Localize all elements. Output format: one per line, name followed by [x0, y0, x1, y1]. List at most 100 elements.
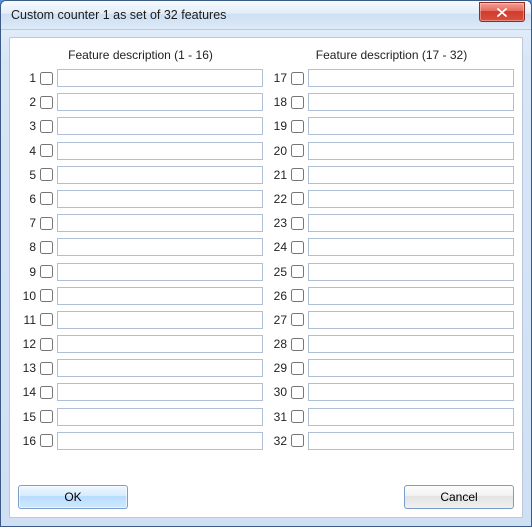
- left-column: Feature description (1 - 16) 12345678910…: [18, 48, 263, 455]
- feature-number: 8: [18, 240, 36, 254]
- feature-description-input[interactable]: [57, 311, 263, 329]
- feature-description-input[interactable]: [57, 190, 263, 208]
- feature-checkbox[interactable]: [40, 72, 53, 85]
- feature-description-input[interactable]: [308, 383, 514, 401]
- feature-description-input[interactable]: [57, 93, 263, 111]
- feature-checkbox[interactable]: [40, 217, 53, 230]
- feature-number: 26: [269, 289, 287, 303]
- close-button[interactable]: [479, 2, 525, 22]
- feature-row: 27: [269, 310, 514, 330]
- feature-checkbox[interactable]: [291, 217, 304, 230]
- feature-description-input[interactable]: [57, 166, 263, 184]
- feature-description-input[interactable]: [57, 335, 263, 353]
- feature-checkbox[interactable]: [40, 313, 53, 326]
- feature-description-input[interactable]: [308, 190, 514, 208]
- feature-description-input[interactable]: [308, 408, 514, 426]
- feature-row: 6: [18, 189, 263, 209]
- feature-checkbox[interactable]: [291, 313, 304, 326]
- feature-checkbox[interactable]: [40, 265, 53, 278]
- feature-row: 20: [269, 141, 514, 161]
- feature-description-input[interactable]: [308, 287, 514, 305]
- cancel-button[interactable]: Cancel: [404, 485, 514, 509]
- feature-description-input[interactable]: [308, 93, 514, 111]
- feature-checkbox[interactable]: [40, 289, 53, 302]
- feature-checkbox[interactable]: [291, 289, 304, 302]
- feature-description-input[interactable]: [308, 117, 514, 135]
- window-title: Custom counter 1 as set of 32 features: [11, 8, 479, 22]
- feature-description-input[interactable]: [308, 238, 514, 256]
- feature-columns: Feature description (1 - 16) 12345678910…: [10, 38, 522, 459]
- feature-row: 2: [18, 92, 263, 112]
- feature-description-input[interactable]: [57, 69, 263, 87]
- feature-description-input[interactable]: [308, 263, 514, 281]
- feature-checkbox[interactable]: [291, 434, 304, 447]
- feature-number: 29: [269, 361, 287, 375]
- feature-description-input[interactable]: [57, 359, 263, 377]
- feature-description-input[interactable]: [57, 117, 263, 135]
- feature-number: 25: [269, 265, 287, 279]
- feature-description-input[interactable]: [308, 166, 514, 184]
- feature-description-input[interactable]: [308, 142, 514, 160]
- feature-number: 7: [18, 216, 36, 230]
- feature-description-input[interactable]: [57, 287, 263, 305]
- feature-checkbox[interactable]: [40, 241, 53, 254]
- feature-checkbox[interactable]: [40, 386, 53, 399]
- feature-number: 28: [269, 337, 287, 351]
- feature-number: 3: [18, 119, 36, 133]
- feature-checkbox[interactable]: [40, 120, 53, 133]
- feature-description-input[interactable]: [308, 214, 514, 232]
- feature-row: 31: [269, 407, 514, 427]
- feature-checkbox[interactable]: [291, 168, 304, 181]
- feature-checkbox[interactable]: [291, 265, 304, 278]
- feature-checkbox[interactable]: [40, 434, 53, 447]
- feature-checkbox[interactable]: [40, 192, 53, 205]
- feature-number: 32: [269, 434, 287, 448]
- feature-description-input[interactable]: [308, 69, 514, 87]
- client-area: Feature description (1 - 16) 12345678910…: [9, 37, 523, 518]
- feature-checkbox[interactable]: [291, 192, 304, 205]
- feature-checkbox[interactable]: [40, 338, 53, 351]
- right-column: Feature description (17 - 32) 1718192021…: [269, 48, 514, 455]
- feature-checkbox[interactable]: [291, 72, 304, 85]
- feature-number: 10: [18, 289, 36, 303]
- feature-checkbox[interactable]: [40, 144, 53, 157]
- feature-checkbox[interactable]: [291, 144, 304, 157]
- feature-description-input[interactable]: [57, 432, 263, 450]
- feature-description-input[interactable]: [308, 432, 514, 450]
- feature-description-input[interactable]: [308, 359, 514, 377]
- feature-number: 12: [18, 337, 36, 351]
- feature-number: 9: [18, 265, 36, 279]
- feature-checkbox[interactable]: [40, 168, 53, 181]
- feature-checkbox[interactable]: [40, 96, 53, 109]
- feature-row: 10: [18, 286, 263, 306]
- feature-number: 21: [269, 168, 287, 182]
- feature-description-input[interactable]: [308, 335, 514, 353]
- feature-description-input[interactable]: [57, 214, 263, 232]
- ok-button[interactable]: OK: [18, 485, 128, 509]
- feature-checkbox[interactable]: [291, 362, 304, 375]
- feature-number: 17: [269, 71, 287, 85]
- feature-description-input[interactable]: [57, 238, 263, 256]
- feature-checkbox[interactable]: [291, 120, 304, 133]
- feature-description-input[interactable]: [57, 408, 263, 426]
- feature-checkbox[interactable]: [291, 338, 304, 351]
- feature-checkbox[interactable]: [40, 362, 53, 375]
- feature-description-input[interactable]: [308, 311, 514, 329]
- feature-number: 23: [269, 216, 287, 230]
- feature-row: 12: [18, 334, 263, 354]
- feature-description-input[interactable]: [57, 142, 263, 160]
- feature-description-input[interactable]: [57, 383, 263, 401]
- feature-checkbox[interactable]: [291, 410, 304, 423]
- feature-description-input[interactable]: [57, 263, 263, 281]
- feature-number: 6: [18, 192, 36, 206]
- feature-checkbox[interactable]: [291, 96, 304, 109]
- feature-row: 13: [18, 358, 263, 378]
- feature-number: 18: [269, 95, 287, 109]
- feature-checkbox[interactable]: [291, 241, 304, 254]
- feature-checkbox[interactable]: [40, 410, 53, 423]
- titlebar: Custom counter 1 as set of 32 features: [1, 1, 531, 30]
- feature-number: 27: [269, 313, 287, 327]
- feature-number: 4: [18, 144, 36, 158]
- feature-checkbox[interactable]: [291, 386, 304, 399]
- feature-row: 7: [18, 213, 263, 233]
